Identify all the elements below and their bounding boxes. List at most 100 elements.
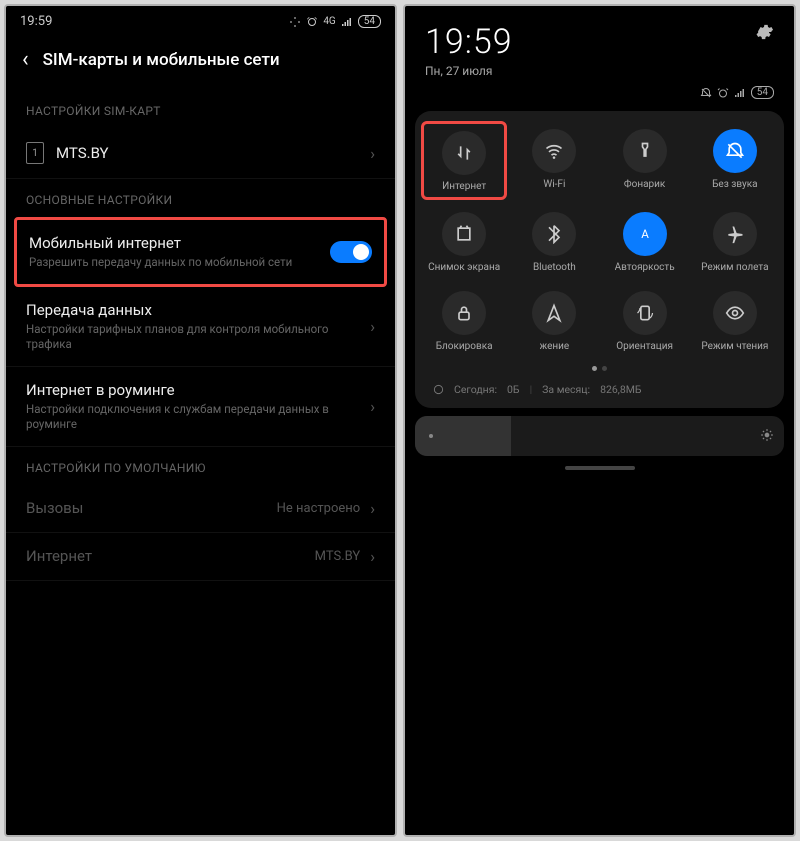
tile-wifi[interactable]: Wi-Fi [509,119,599,202]
mobile-data-label: Мобильный интернет [29,234,330,252]
data-usage-sub: Настройки тарифных планов для контроля м… [26,322,370,352]
settings-header: ‹ SIM-карты и мобильные сети [6,33,395,90]
status-bar: 19:59 4G 54 [6,6,395,33]
tile-orient[interactable]: Ориентация [600,281,690,360]
sun-low-icon [425,430,437,442]
calls-row[interactable]: Вызовы Не настроено › [6,485,395,533]
quick-settings-panel: Интернет Wi-Fi Фонарик Без звука Снимок экра… [415,111,784,408]
tile-dnd[interactable]: Без звука [690,119,780,202]
read-icon [713,291,757,335]
sim-slot-icon: 1 [26,142,44,164]
chevron-right-icon: › [370,397,375,416]
cc-clock: 19:59 [425,22,513,62]
roaming-sub: Настройки подключения к службам передачи… [26,402,370,432]
roaming-label: Интернет в роуминге [26,381,370,399]
internet-label: Интернет [26,547,315,565]
calls-value: Не настроено [277,501,361,516]
brightness-slider[interactable] [415,416,784,456]
screenshot-icon [442,212,486,256]
globe-icon [433,384,444,395]
airplane-icon [713,212,757,256]
tile-label: Без звука [712,179,757,190]
tile-label: Режим чтения [701,341,768,352]
chevron-right-icon: › [370,547,375,566]
status-right: 4G 54 [289,15,381,28]
chevron-right-icon: › [370,499,375,518]
tile-label: Режим полета [701,262,768,273]
tile-read[interactable]: Режим чтения [690,281,780,360]
tile-label: жение [540,341,570,352]
bt-icon [532,212,576,256]
dnd-icon [700,87,712,99]
usage-month-value: 826,8МБ [600,383,641,396]
sim-row[interactable]: 1 MTS.BY › [6,128,395,179]
drag-handle[interactable] [565,466,635,470]
torch-icon [623,129,667,173]
mobile-data-toggle[interactable] [330,241,372,263]
alarm-icon [306,16,318,28]
tile-label: Bluetooth [533,262,576,273]
gear-icon[interactable] [754,22,774,42]
dot-2 [602,366,607,371]
sun-high-icon [760,427,774,446]
roaming-row[interactable]: Интернет в роуминге Настройки подключени… [6,367,395,447]
data-usage-strip: Сегодня: 0Б | За месяц: 826,8МБ [419,377,780,398]
section-main: ОСНОВНЫЕ НАСТРОЙКИ [6,179,395,217]
tile-autobright[interactable]: A Автояркость [600,202,690,281]
phone-settings: 19:59 4G 54 ‹ SIM-карты и мобильные сети… [4,4,397,837]
lock-icon [442,291,486,335]
alarm-icon [717,87,729,99]
back-icon[interactable]: ‹ [22,47,29,72]
phone-control-center: 19:59 Пн, 27 июля 54 Интернет Wi-Fi Фонари… [403,4,796,837]
tile-bt[interactable]: Bluetooth [509,202,599,281]
tile-screenshot[interactable]: Снимок экрана [419,202,509,281]
tile-torch[interactable]: Фонарик [600,119,690,202]
tile-data[interactable]: Интернет [421,121,507,200]
tiles-grid: Интернет Wi-Fi Фонарик Без звука Снимок экра… [419,119,780,360]
svg-text:A: A [641,227,649,241]
cc-date: Пн, 27 июля [425,64,513,78]
page-dots [419,360,780,377]
internet-row[interactable]: Интернет MTS.BY › [6,533,395,581]
tile-label: Автояркость [615,262,675,273]
signal-icon [341,16,353,28]
calls-label: Вызовы [26,499,277,517]
battery-badge: 54 [358,15,381,28]
status-time: 19:59 [20,14,52,29]
highlight-mobile-data: Мобильный интернет Разрешить передачу да… [14,217,387,287]
dnd-icon [289,16,301,28]
tile-label: Ориентация [616,341,673,352]
tile-airplane[interactable]: Режим полета [690,202,780,281]
page-title: SIM-карты и мобильные сети [43,50,280,70]
tile-label: Интернет [442,181,486,192]
chevron-right-icon: › [370,317,375,336]
nav-icon [532,291,576,335]
tile-label: Блокировка [436,341,493,352]
mobile-data-sub: Разрешить передачу данных по мобильной с… [29,255,330,270]
autobright-icon: A [623,212,667,256]
tile-nav[interactable]: жение [509,281,599,360]
usage-month-label: За месяц: [542,383,590,396]
dot-1 [592,366,597,371]
cc-status-icons: 54 [405,84,794,105]
battery-badge: 54 [751,86,774,99]
cc-header: 19:59 Пн, 27 июля [405,6,794,84]
tile-label: Фонарик [624,179,665,190]
chevron-right-icon: › [370,144,375,163]
tile-label: Wi-Fi [543,179,565,190]
sim-name: MTS.BY [56,144,370,162]
orient-icon [623,291,667,335]
tile-label: Снимок экрана [428,262,500,273]
data-usage-label: Передача данных [26,301,370,319]
section-default: НАСТРОЙКИ ПО УМОЛЧАНИЮ [6,447,395,485]
data-icon [442,131,486,175]
signal-icon [734,87,746,99]
internet-value: MTS.BY [315,549,361,564]
usage-today-label: Сегодня: [454,383,497,396]
wifi-icon [532,129,576,173]
mobile-data-row[interactable]: Мобильный интернет Разрешить передачу да… [17,220,384,284]
tile-lock[interactable]: Блокировка [419,281,509,360]
data-usage-row[interactable]: Передача данных Настройки тарифных плано… [6,287,395,367]
usage-sep: | [530,383,533,396]
status-net: 4G [323,16,335,27]
